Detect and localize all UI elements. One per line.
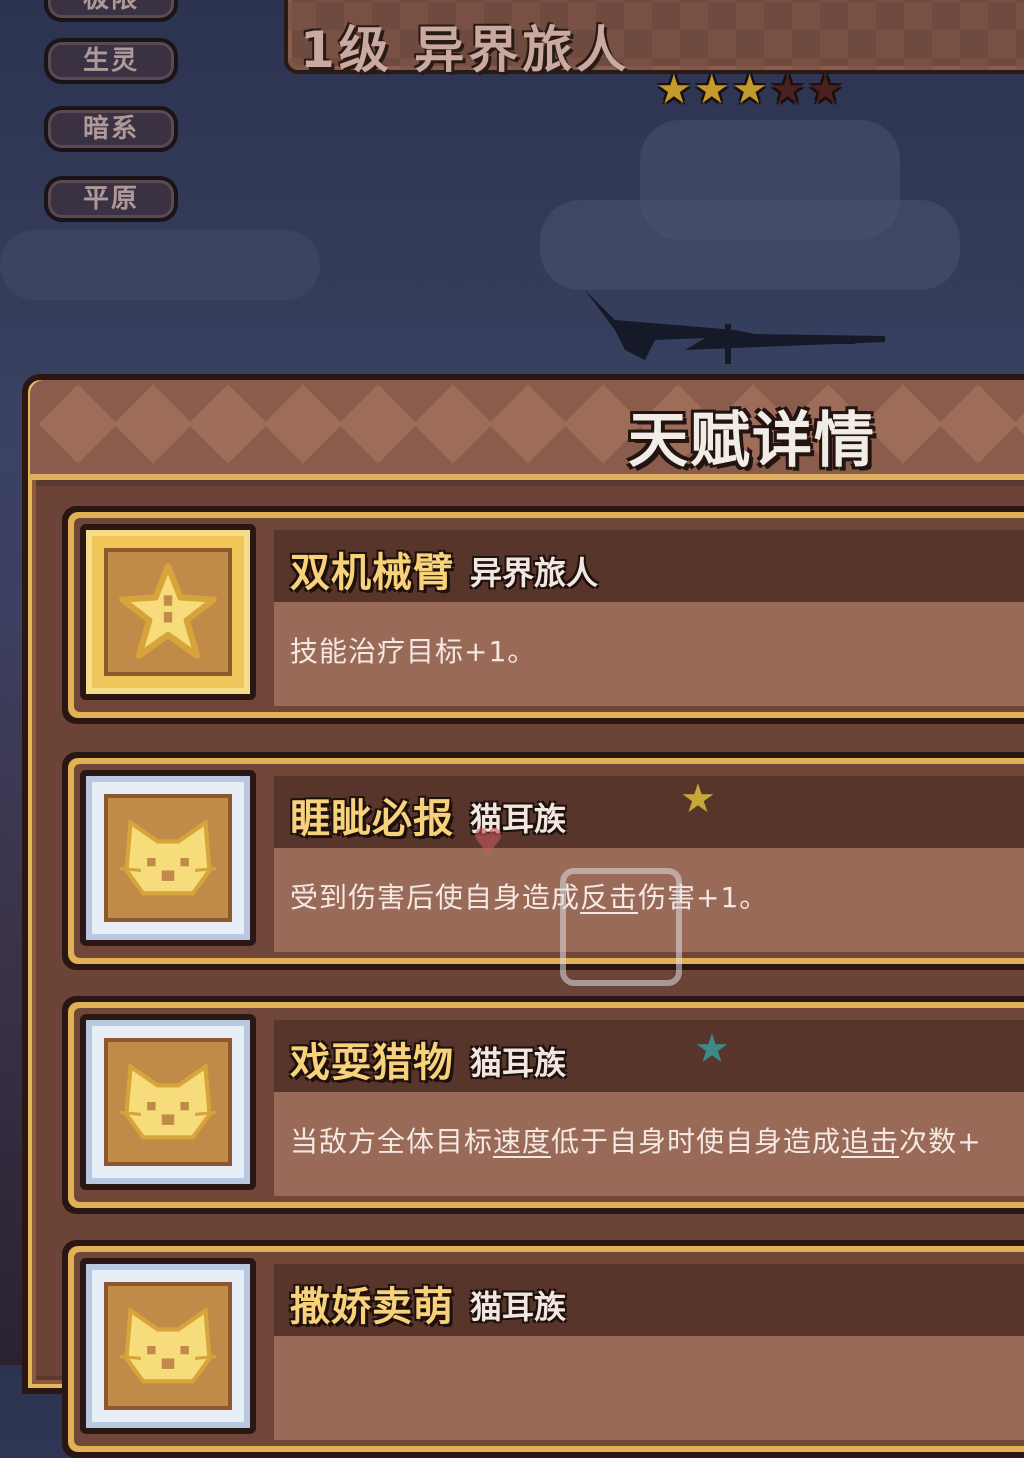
cloud xyxy=(540,200,960,290)
description-text: 次数+ xyxy=(899,1125,982,1158)
header-diamond xyxy=(488,384,568,464)
filter-pill-partial[interactable]: 极限 xyxy=(44,0,178,22)
header-diamond xyxy=(938,384,1018,464)
talent-source-tag: 猫耳族 xyxy=(470,1288,567,1326)
description-text: 受到伤害后使自身造成 xyxy=(290,881,581,914)
filter-pill-pingyuan[interactable]: 平原 xyxy=(44,176,178,222)
header-diamond xyxy=(113,384,193,464)
cat-face-icon xyxy=(104,794,232,922)
star-filled-icon: ★ xyxy=(693,67,730,113)
sparkle-star-icon: ★ xyxy=(680,776,716,822)
filter-pill-shengling[interactable]: 生灵 xyxy=(44,38,178,84)
talent-description: 技能治疗目标+1。 xyxy=(290,630,536,670)
hero-star-rating: ★ ★ ★ ★ ★ xyxy=(656,68,843,112)
header-diamond xyxy=(188,384,268,464)
talent-source-tag: 异界旅人 xyxy=(470,554,599,592)
talent-name: 戏耍猎物 xyxy=(290,1040,454,1086)
talent-description: 受到伤害后使自身造成反击伤害+1。 xyxy=(290,876,768,916)
filter-pill-anxi[interactable]: 暗系 xyxy=(44,106,178,152)
talent-icon-frame[interactable] xyxy=(80,524,256,700)
star-empty-icon: ★ xyxy=(807,67,844,113)
sparkle-star-icon: ★ xyxy=(694,1026,730,1072)
cat-face-icon xyxy=(104,1038,232,1166)
header-diamond xyxy=(263,384,343,464)
talent-name: 撒娇卖萌 xyxy=(290,1284,454,1330)
star-filled-icon: ★ xyxy=(656,67,692,113)
star-filled-icon: ★ xyxy=(731,67,768,113)
panel-title: 天赋详情 xyxy=(628,406,876,476)
header-diamond xyxy=(38,384,118,464)
header-diamond xyxy=(338,384,418,464)
talent-description: 当敌方全体目标速度低于自身时使自身造成追击次数+ xyxy=(290,1120,982,1160)
sparkle-heart-icon: ♥ xyxy=(472,822,505,863)
cat-face-icon xyxy=(104,1282,232,1410)
cloud xyxy=(0,230,320,300)
star-icon xyxy=(104,548,232,676)
description-text: 技能治疗目标+1。 xyxy=(290,635,537,668)
talent-card[interactable]: 戏耍猎物 猫耳族 当敌方全体目标速度低于自身时使自身造成追击次数+ xyxy=(62,996,1024,1214)
talent-name: 睚眦必报 xyxy=(290,796,454,842)
header-diamond xyxy=(1013,384,1024,464)
talent-icon-frame[interactable] xyxy=(80,770,256,946)
talent-card[interactable]: 撒娇卖萌 猫耳族 xyxy=(62,1240,1024,1458)
talent-icon-frame[interactable] xyxy=(80,1258,256,1434)
airship-silhouette xyxy=(585,290,885,364)
keyword-link[interactable]: 速度 xyxy=(493,1125,551,1158)
description-area xyxy=(274,1336,1024,1440)
talent-source-tag: 猫耳族 xyxy=(470,1044,567,1082)
hero-title: 1级 异界旅人 xyxy=(300,21,631,79)
selection-cursor xyxy=(560,868,682,986)
description-text: 当敌方全体目标 xyxy=(290,1125,494,1158)
talent-name: 双机械臂 xyxy=(290,550,454,596)
keyword-link[interactable]: 追击 xyxy=(841,1125,899,1158)
star-empty-icon: ★ xyxy=(769,67,806,113)
description-text: 低于自身时使自身造成 xyxy=(551,1125,842,1158)
talent-icon-frame[interactable] xyxy=(80,1014,256,1190)
header-diamond xyxy=(413,384,493,464)
talent-card[interactable]: 双机械臂 异界旅人 技能治疗目标+1。 xyxy=(62,506,1024,724)
talent-card[interactable]: 睚眦必报 猫耳族 受到伤害后使自身造成反击伤害+1。 xyxy=(62,752,1024,970)
